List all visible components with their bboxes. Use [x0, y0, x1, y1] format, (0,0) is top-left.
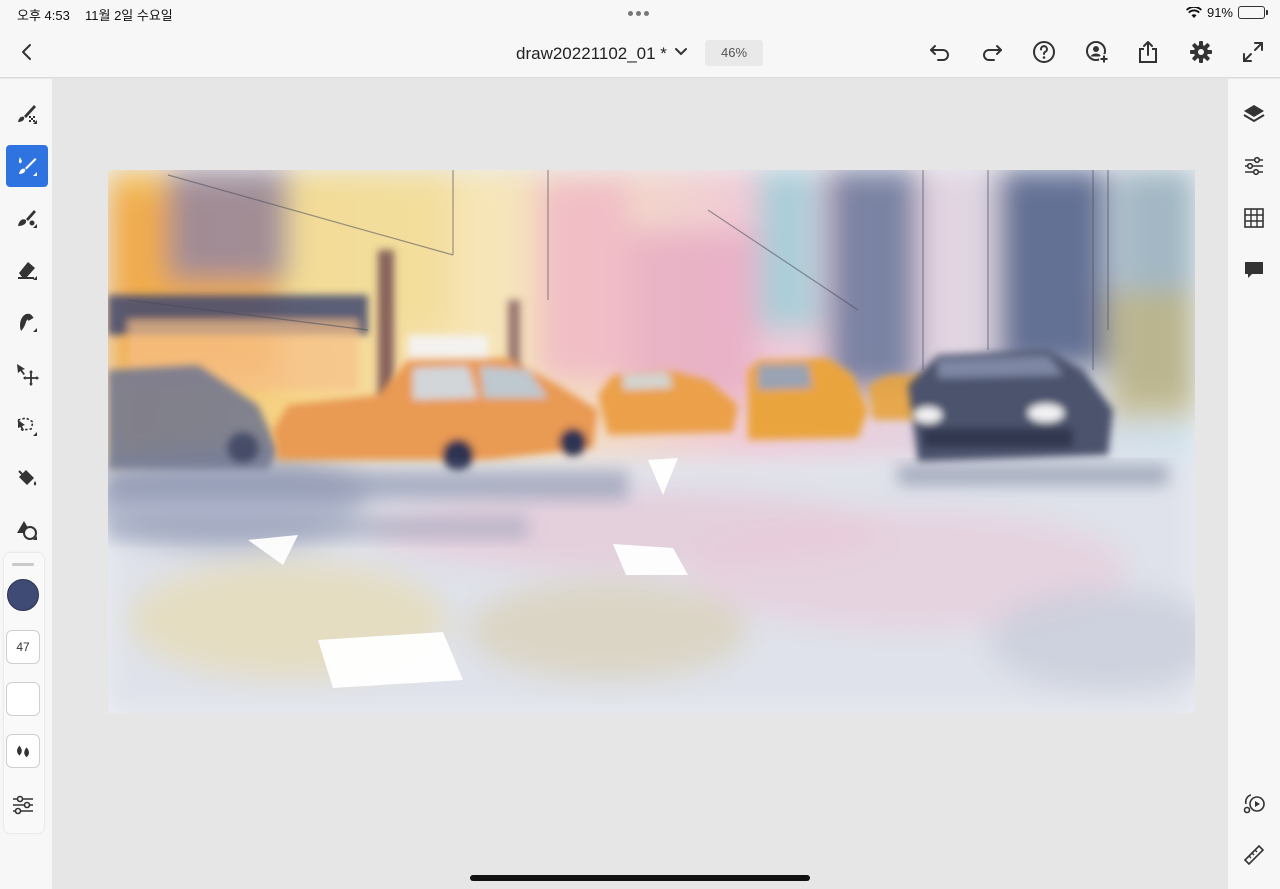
- tool-fill[interactable]: [6, 457, 48, 499]
- grid-icon[interactable]: [1242, 206, 1266, 230]
- multitask-dots-icon[interactable]: [628, 11, 649, 16]
- pixel-brush-icon: [15, 102, 39, 126]
- document-title[interactable]: draw20221102_01 *: [516, 44, 667, 64]
- canvas-area[interactable]: [52, 79, 1228, 889]
- status-time: 오후 4:53: [17, 8, 70, 23]
- live-brush-icon: [15, 154, 39, 178]
- help-icon[interactable]: [1031, 39, 1057, 65]
- top-toolbar: draw20221102_01 * 46%: [0, 26, 1280, 78]
- tool-eraser[interactable]: [6, 249, 48, 291]
- tool-selection[interactable]: [6, 405, 48, 447]
- share-icon[interactable]: [1135, 39, 1161, 65]
- chevron-down-icon[interactable]: [672, 44, 690, 60]
- ruler-icon[interactable]: [1242, 843, 1266, 867]
- invite-icon[interactable]: [1084, 39, 1110, 65]
- water-flow-icon[interactable]: [6, 734, 40, 768]
- brush-settings-icon[interactable]: [9, 791, 37, 819]
- vector-brush-icon: [15, 206, 39, 230]
- tool-shapes[interactable]: [6, 509, 48, 551]
- transform-icon: [15, 362, 39, 386]
- comments-icon[interactable]: [1242, 258, 1266, 282]
- shapes-icon: [15, 518, 39, 542]
- left-toolbar: 47: [0, 79, 52, 889]
- color-picker-button[interactable]: [7, 579, 39, 611]
- tool-smudge[interactable]: [6, 301, 48, 343]
- lasso-icon: [15, 414, 39, 438]
- tool-vector-brush[interactable]: [6, 197, 48, 239]
- watercolor-street-painting: [108, 170, 1195, 713]
- artwork-canvas[interactable]: [108, 170, 1195, 713]
- smudge-icon: [15, 310, 39, 334]
- status-right: 91%: [1185, 5, 1268, 20]
- battery-icon: [1238, 6, 1268, 19]
- tool-live-brush[interactable]: [6, 145, 48, 187]
- timelapse-icon[interactable]: [1242, 791, 1266, 815]
- brush-size-button[interactable]: 47: [6, 630, 40, 664]
- tool-transform[interactable]: [6, 353, 48, 395]
- settings-icon[interactable]: [1188, 39, 1214, 65]
- home-indicator[interactable]: [470, 875, 810, 881]
- fullscreen-icon[interactable]: [1240, 39, 1266, 65]
- undo-icon[interactable]: [927, 39, 953, 65]
- battery-percent: 91%: [1206, 5, 1233, 20]
- opacity-swatch-icon[interactable]: [6, 682, 40, 716]
- wifi-icon: [1185, 5, 1203, 19]
- eraser-icon: [15, 258, 39, 282]
- status-bar: 오후 4:53 11월 2일 수요일 91%: [0, 0, 1280, 26]
- right-toolbar: [1228, 79, 1280, 889]
- fill-icon: [15, 466, 39, 490]
- panel-grip[interactable]: [12, 563, 34, 566]
- zoom-level[interactable]: 46%: [705, 40, 763, 66]
- adjustments-icon[interactable]: [1242, 154, 1266, 178]
- layers-icon[interactable]: [1242, 102, 1266, 126]
- status-date: 11월 2일 수요일: [85, 8, 173, 23]
- brush-properties-panel: 47: [4, 553, 44, 833]
- back-icon[interactable]: [16, 40, 38, 64]
- tool-pixel-brush[interactable]: [6, 93, 48, 135]
- redo-icon[interactable]: [979, 39, 1005, 65]
